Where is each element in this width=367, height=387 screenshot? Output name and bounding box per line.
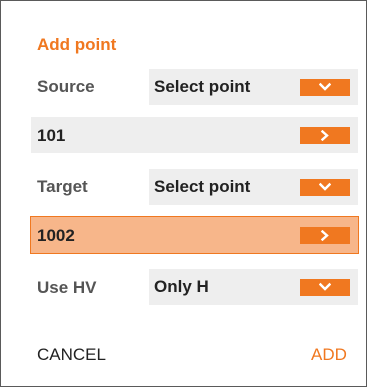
source-select-value: Select point xyxy=(154,77,251,96)
cancel-button[interactable]: CANCEL xyxy=(37,345,106,365)
use-hv-select-value: Only H xyxy=(154,277,209,296)
chevron-down-icon xyxy=(319,82,331,91)
add-point-dialog: Add point Source Select point 101 Target… xyxy=(0,0,367,387)
source-label: Source xyxy=(37,77,95,96)
chevron-right-icon xyxy=(320,230,329,241)
target-point-button[interactable] xyxy=(300,227,350,244)
source-dropdown-button[interactable] xyxy=(300,79,350,96)
target-label: Target xyxy=(37,177,88,196)
source-select[interactable]: Select point xyxy=(149,69,358,105)
target-select-value: Select point xyxy=(154,177,251,196)
add-button[interactable]: ADD xyxy=(311,345,347,365)
dialog-title: Add point xyxy=(37,35,117,54)
chevron-down-icon xyxy=(319,282,331,291)
use-hv-dropdown-button[interactable] xyxy=(300,279,350,296)
use-hv-label: Use HV xyxy=(37,278,97,297)
source-point-value: 101 xyxy=(37,126,66,145)
source-point-button[interactable] xyxy=(300,127,350,144)
target-dropdown-button[interactable] xyxy=(300,179,350,196)
source-point-field[interactable]: 101 xyxy=(31,117,358,153)
chevron-right-icon xyxy=(320,130,329,141)
target-select[interactable]: Select point xyxy=(149,169,358,205)
use-hv-select[interactable]: Only H xyxy=(149,269,358,305)
chevron-down-icon xyxy=(319,182,331,191)
target-point-value: 1002 xyxy=(37,226,75,245)
target-point-field[interactable]: 1002 xyxy=(30,216,359,254)
